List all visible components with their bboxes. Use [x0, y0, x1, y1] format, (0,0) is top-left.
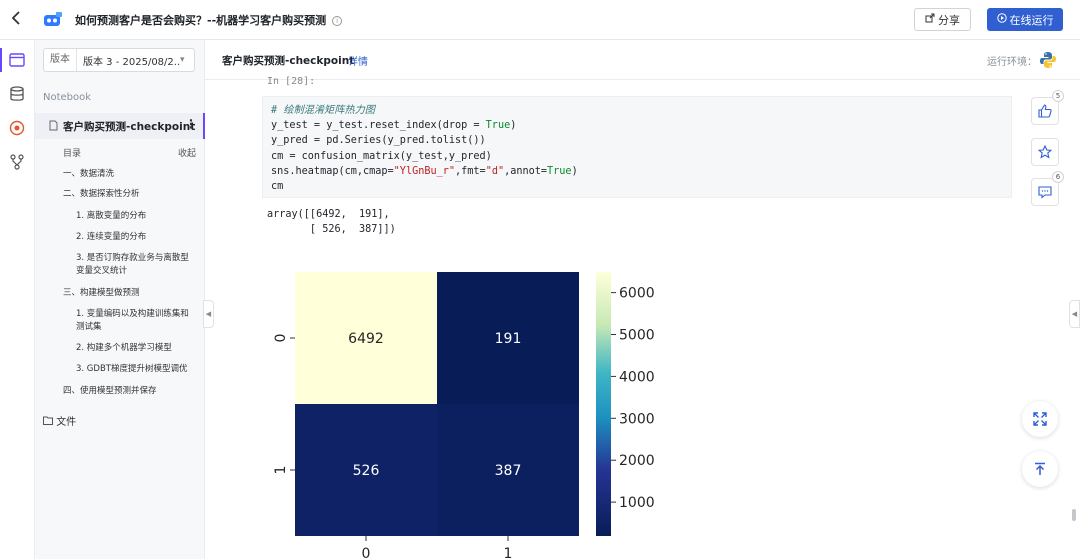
favorite-button[interactable] — [1031, 138, 1059, 166]
heatmap-annotation-0-1: 191 — [495, 331, 522, 347]
colorbar-tick-label-0: 6000 — [619, 286, 655, 302]
thumb-up-icon — [1038, 104, 1052, 118]
toc-collapse-button[interactable]: 收起 — [178, 146, 196, 159]
star-icon — [1038, 145, 1052, 159]
scrollbar-thumb[interactable] — [1072, 509, 1076, 521]
page-title: 如何预测客户是否会购买？--机器学习客户购买预测 i — [75, 12, 343, 28]
code-cell[interactable]: # 绘制混淆矩阵热力图 y_test = y_test.reset_index(… — [262, 96, 1012, 198]
version-label: 版本 — [44, 49, 77, 71]
more-vertical-icon[interactable]: ⋮ — [185, 117, 197, 131]
code-comment: # 绘制混淆矩阵热力图 — [271, 105, 375, 116]
info-icon[interactable]: i — [332, 16, 343, 26]
heatmap-annotation-0-0: 6492 — [348, 331, 384, 347]
collapse-sidebar-handle[interactable]: ◀ — [203, 300, 214, 328]
run-label: 在线运行 — [1009, 13, 1054, 27]
fullscreen-button[interactable] — [1022, 401, 1058, 437]
env-label: 运行环境： — [987, 57, 1037, 68]
share-label: 分享 — [938, 13, 960, 27]
notebook-header: 客户购买预测-checkpoint 详情 运行环境： — [205, 40, 1080, 80]
toc-item-cross-stats[interactable]: 3. 是否订购存款业务与离散型 — [76, 252, 189, 264]
python-icon — [1039, 51, 1057, 69]
notebook-item-checkpoint[interactable]: 客户购买预测-checkpoint ⋮ — [35, 113, 205, 139]
colorbar-tick-label-3: 3000 — [619, 411, 655, 427]
heatmap-annotation-1-1: 387 — [495, 463, 522, 479]
toc-item-cross-stats-cont[interactable]: 变量交叉统计 — [76, 265, 127, 277]
notebook-rail-icon[interactable] — [8, 51, 26, 69]
top-bar: 如何预测客户是否会购买？--机器学习客户购买预测 i 分享 在线运行 — [0, 0, 1080, 40]
share-button[interactable]: 分享 — [914, 8, 971, 31]
page-title-text: 如何预测客户是否会购买？--机器学习客户购买预测 — [75, 14, 327, 27]
colorbar-tick-label-2: 4000 — [619, 369, 655, 385]
version-select[interactable]: 版本 版本 3 - 2025/08/2... ▾ — [43, 48, 195, 72]
checkpoint-name: 客户购买预测-checkpoint — [222, 55, 355, 67]
run-online-button[interactable]: 在线运行 — [987, 8, 1063, 31]
left-rail — [0, 40, 35, 559]
comment-count-badge: 6 — [1052, 171, 1064, 183]
toc-item-eda[interactable]: 二、数据探索性分析 — [63, 188, 140, 200]
expand-icon — [1033, 412, 1047, 426]
project-logo-icon — [42, 9, 64, 31]
like-count-badge: 5 — [1052, 90, 1064, 102]
toc-item-data-cleaning[interactable]: 一、数据清洗 — [63, 168, 114, 180]
colorbar-tick-label-4: 2000 — [619, 453, 655, 469]
notebook-sidebar: 版本 版本 3 - 2025/08/2... ▾ Notebook 客户购买预测… — [35, 40, 205, 559]
toc-item-encoding[interactable]: 1. 变量编码以及构建训练集和 — [76, 308, 189, 320]
toc-label: 目录 — [63, 149, 82, 159]
arrow-up-to-top-icon — [1035, 462, 1045, 475]
colorbar-tick-label-5: 1000 — [619, 495, 655, 511]
toc-item-predict-save[interactable]: 四、使用模型预测并保存 — [63, 385, 157, 397]
toc-item-gbdt-tuning[interactable]: 3. GDBT梯度提升树模型调优 — [76, 363, 187, 375]
file-icon — [49, 120, 58, 134]
y-tick-label-1: 1 — [273, 466, 289, 475]
folder-icon — [43, 416, 56, 428]
scroll-top-button[interactable] — [1022, 451, 1058, 487]
cell-prompt: In [28]: — [267, 76, 316, 87]
toc-item-multiple-models[interactable]: 2. 构建多个机器学习模型 — [76, 342, 172, 354]
toc-item-discrete-dist[interactable]: 1. 离散变量的分布 — [76, 210, 146, 222]
x-tick-label-0: 0 — [362, 546, 371, 559]
comment-button[interactable]: 6 — [1031, 171, 1064, 206]
back-arrow-icon[interactable] — [10, 10, 26, 30]
rail-active-indicator — [0, 48, 2, 72]
files-section[interactable]: 文件 — [43, 413, 76, 428]
collapse-right-panel-handle[interactable]: ◀ — [1069, 300, 1080, 328]
output-line-2: [ 526, 387]]) — [267, 224, 396, 236]
x-tick-label-1: 1 — [504, 546, 513, 559]
like-button[interactable]: 5 — [1031, 90, 1064, 125]
compute-rail-icon[interactable] — [8, 119, 26, 137]
code-block: # 绘制混淆矩阵热力图 y_test = y_test.reset_index(… — [271, 105, 578, 193]
git-branch-rail-icon[interactable] — [8, 153, 26, 171]
detail-link[interactable]: 详情 — [348, 53, 368, 68]
version-value: 版本 3 - 2025/08/2... — [83, 56, 180, 68]
output-line-1: array([[6492, 191], — [267, 209, 390, 220]
play-icon — [996, 13, 1007, 26]
confusion-matrix-heatmap: 6492 191 526 387 0 1 0 1 6000 5000 4000 3000 2000… — [273, 272, 655, 559]
cell-output: array([[6492, 191], [ 526, 387]]) — [267, 207, 396, 237]
colorbar-tick-label-1: 5000 — [619, 328, 655, 344]
chevron-down-icon: ▾ — [180, 55, 185, 65]
files-label: 文件 — [56, 417, 77, 428]
database-rail-icon[interactable] — [8, 85, 26, 103]
colorbar — [596, 272, 611, 536]
toc-item-encoding-cont[interactable]: 测试集 — [76, 321, 102, 333]
y-tick-label-0: 0 — [273, 334, 289, 343]
toc-item-modeling[interactable]: 三、构建模型做预测 — [63, 287, 140, 299]
heatmap-annotation-1-0: 526 — [353, 463, 380, 479]
notebook-item-label: 客户购买预测-checkpoint — [63, 121, 196, 133]
comment-icon — [1038, 186, 1052, 199]
notebook-section-label: Notebook — [43, 92, 92, 103]
share-icon — [925, 13, 935, 26]
toc-item-continuous-dist[interactable]: 2. 连续变量的分布 — [76, 231, 146, 243]
